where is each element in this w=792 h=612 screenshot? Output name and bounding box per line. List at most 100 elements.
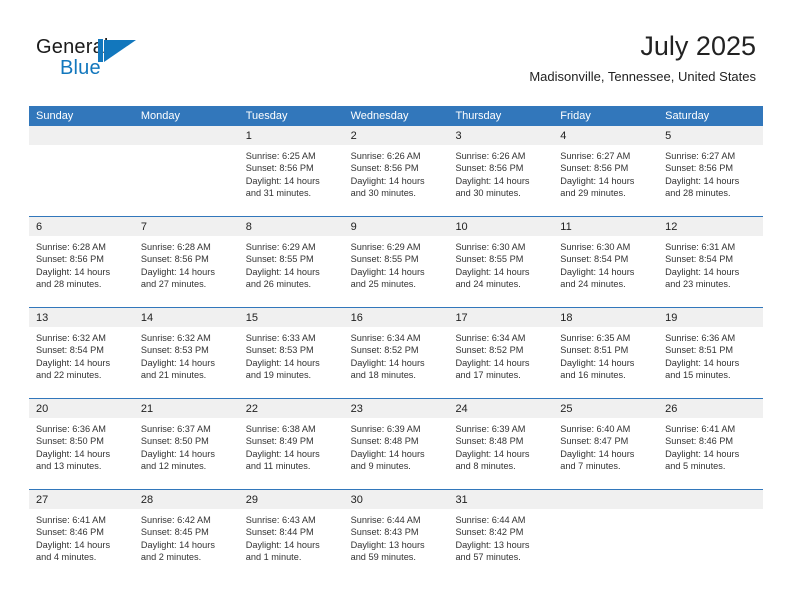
daylight-text-line2: and 17 minutes. (455, 370, 521, 381)
calendar-day-cell[interactable]: 2 Sunrise: 6:26 AM Sunset: 8:56 PM Daylight… (343, 126, 449, 216)
calendar-day-cell[interactable]: 1 Sunrise: 6:25 AM Sunset: 8:56 PM Daylight… (238, 126, 344, 216)
sunset-text: Sunset: 8:54 PM (665, 254, 734, 265)
calendar-day-cell[interactable]: 8 Sunrise: 6:29 AM Sunset: 8:55 PM Daylight… (238, 217, 344, 307)
calendar-day-cell[interactable]: 31 Sunrise: 6:44 AM Sunset: 8:42 PM Dayligh… (448, 490, 554, 580)
daylight-text-line1: Daylight: 14 hours (36, 357, 111, 368)
sunset-text: Sunset: 8:43 PM (350, 527, 419, 538)
sunset-text: Sunset: 8:56 PM (455, 163, 524, 174)
day-details: Sunrise: 6:39 AM Sunset: 8:48 PM Daylight:… (344, 418, 449, 473)
sunset-text: Sunset: 8:50 PM (140, 436, 209, 447)
weekday-header-row: Sunday Monday Tuesday Wednesday Thursday… (29, 106, 763, 126)
sunset-text: Sunset: 8:48 PM (350, 436, 419, 447)
calendar-day-cell[interactable]: 14 Sunrise: 6:32 AM Sunset: 8:53 PM Dayligh… (133, 308, 239, 398)
day-number-band: 30 (343, 490, 449, 509)
daylight-text-line2: and 27 minutes. (140, 279, 207, 290)
daylight-text-line1: Daylight: 14 hours (245, 266, 320, 277)
calendar-day-cell[interactable]: 22 Sunrise: 6:38 AM Sunset: 8:49 PM Dayligh… (238, 399, 344, 489)
calendar-day-cell[interactable]: 6 Sunrise: 6:28 AM Sunset: 8:56 PM Daylight… (29, 217, 134, 307)
calendar-day-cell[interactable]: 15 Sunrise: 6:33 AM Sunset: 8:53 PM Dayligh… (238, 308, 344, 398)
calendar-empty-cell (133, 126, 239, 216)
sunset-text: Sunset: 8:44 PM (245, 527, 314, 538)
day-number-band: 31 (448, 490, 554, 509)
day-details: Sunrise: 6:36 AM Sunset: 8:50 PM Daylight:… (29, 418, 134, 473)
daylight-text-line2: and 28 minutes. (36, 279, 102, 290)
calendar-day-cell[interactable]: 7 Sunrise: 6:28 AM Sunset: 8:56 PM Daylight… (133, 217, 239, 307)
daylight-text-line1: Daylight: 14 hours (665, 266, 740, 277)
calendar-day-cell[interactable]: 17 Sunrise: 6:34 AM Sunset: 8:52 PM Dayligh… (448, 308, 554, 398)
calendar-day-cell[interactable]: 29 Sunrise: 6:43 AM Sunset: 8:44 PM Dayligh… (238, 490, 344, 580)
calendar-day-cell[interactable]: 30 Sunrise: 6:44 AM Sunset: 8:43 PM Dayligh… (343, 490, 449, 580)
calendar-day-cell[interactable]: 24 Sunrise: 6:39 AM Sunset: 8:48 PM Dayligh… (448, 399, 554, 489)
day-number: 16 (350, 312, 363, 324)
day-number-band: 2 (343, 126, 449, 145)
sunset-text: Sunset: 8:53 PM (140, 345, 209, 356)
calendar-day-cell[interactable]: 12 Sunrise: 6:31 AM Sunset: 8:54 PM Dayligh… (658, 217, 764, 307)
day-number-band: 23 (343, 399, 449, 418)
sunset-text: Sunset: 8:56 PM (665, 163, 734, 174)
day-number: 1 (245, 130, 252, 142)
sunset-text: Sunset: 8:54 PM (560, 254, 629, 265)
day-number: 30 (350, 494, 363, 506)
calendar-day-cell[interactable]: 3 Sunrise: 6:26 AM Sunset: 8:56 PM Daylight… (448, 126, 554, 216)
daylight-text-line1: Daylight: 14 hours (560, 266, 635, 277)
calendar-day-cell[interactable]: 21 Sunrise: 6:37 AM Sunset: 8:50 PM Dayligh… (133, 399, 239, 489)
calendar-day-cell[interactable]: 13 Sunrise: 6:32 AM Sunset: 8:54 PM Dayligh… (29, 308, 134, 398)
daylight-text-line2: and 31 minutes. (245, 188, 312, 199)
daylight-text-line1: Daylight: 14 hours (665, 175, 740, 186)
calendar-day-cell[interactable]: 11 Sunrise: 6:30 AM Sunset: 8:54 PM Dayligh… (553, 217, 659, 307)
sunset-text: Sunset: 8:46 PM (665, 436, 734, 447)
weekday-header-thursday: Thursday (455, 110, 502, 122)
calendar-day-cell[interactable]: 5 Sunrise: 6:27 AM Sunset: 8:56 PM Daylight… (658, 126, 764, 216)
calendar-day-cell[interactable]: 10 Sunrise: 6:30 AM Sunset: 8:55 PM Dayligh… (448, 217, 554, 307)
daylight-text-line1: Daylight: 14 hours (36, 266, 111, 277)
day-details: Sunrise: 6:32 AM Sunset: 8:53 PM Daylight:… (134, 327, 239, 382)
sunrise-text: Sunrise: 6:43 AM (245, 515, 316, 525)
calendar-day-cell[interactable]: 20 Sunrise: 6:36 AM Sunset: 8:50 PM Dayligh… (29, 399, 134, 489)
sunrise-text: Sunrise: 6:36 AM (665, 333, 736, 343)
day-details: Sunrise: 6:30 AM Sunset: 8:54 PM Daylight:… (553, 236, 658, 291)
calendar-day-cell[interactable]: 28 Sunrise: 6:42 AM Sunset: 8:45 PM Dayligh… (133, 490, 239, 580)
day-details: Sunrise: 6:44 AM Sunset: 8:43 PM Daylight:… (344, 509, 449, 564)
daylight-text-line2: and 1 minute. (245, 552, 302, 563)
daylight-text-line2: and 2 minutes. (140, 552, 202, 563)
day-number: 18 (560, 312, 573, 324)
day-number-band: 24 (448, 399, 554, 418)
calendar-day-cell[interactable]: 19 Sunrise: 6:36 AM Sunset: 8:51 PM Dayligh… (658, 308, 764, 398)
day-number-band: 4 (553, 126, 659, 145)
day-number: 19 (665, 312, 678, 324)
day-details: Sunrise: 6:29 AM Sunset: 8:55 PM Daylight:… (344, 236, 449, 291)
daylight-text-line2: and 16 minutes. (560, 370, 626, 381)
sunrise-text: Sunrise: 6:32 AM (140, 333, 211, 343)
calendar-day-cell[interactable]: 4 Sunrise: 6:27 AM Sunset: 8:56 PM Daylight… (553, 126, 659, 216)
sunset-text: Sunset: 8:55 PM (245, 254, 314, 265)
sunset-text: Sunset: 8:51 PM (665, 345, 734, 356)
day-number: 2 (350, 130, 357, 142)
day-details: Sunrise: 6:27 AM Sunset: 8:56 PM Daylight:… (553, 145, 658, 200)
daylight-text-line1: Daylight: 14 hours (245, 357, 320, 368)
general-blue-logo[interactable]: General Blue (36, 36, 166, 82)
calendar-day-cell[interactable]: 23 Sunrise: 6:39 AM Sunset: 8:48 PM Dayligh… (343, 399, 449, 489)
calendar-day-cell[interactable]: 18 Sunrise: 6:35 AM Sunset: 8:51 PM Dayligh… (553, 308, 659, 398)
calendar-day-cell[interactable]: 9 Sunrise: 6:29 AM Sunset: 8:55 PM Daylight… (343, 217, 449, 307)
day-number: 14 (140, 312, 154, 324)
day-details: Sunrise: 6:42 AM Sunset: 8:45 PM Daylight:… (134, 509, 239, 564)
day-number: 9 (350, 221, 357, 233)
sunset-text: Sunset: 8:49 PM (245, 436, 314, 447)
daylight-text-line1: Daylight: 14 hours (350, 175, 425, 186)
day-number-band: 22 (238, 399, 344, 418)
day-details: Sunrise: 6:25 AM Sunset: 8:56 PM Daylight:… (239, 145, 344, 200)
day-details: Sunrise: 6:29 AM Sunset: 8:55 PM Daylight:… (239, 236, 344, 291)
day-details: Sunrise: 6:28 AM Sunset: 8:56 PM Daylight:… (29, 236, 134, 291)
day-number: 8 (245, 221, 252, 233)
day-number: 11 (560, 221, 572, 233)
calendar-day-cell[interactable]: 27 Sunrise: 6:41 AM Sunset: 8:46 PM Dayligh… (29, 490, 134, 580)
calendar-day-cell[interactable]: 16 Sunrise: 6:34 AM Sunset: 8:52 PM Dayligh… (343, 308, 449, 398)
day-number-band: 11 (553, 217, 659, 236)
calendar-day-cell[interactable]: 26 Sunrise: 6:41 AM Sunset: 8:46 PM Dayligh… (658, 399, 764, 489)
weekday-header-saturday: Saturday (665, 110, 710, 122)
calendar-day-cell[interactable]: 25 Sunrise: 6:40 AM Sunset: 8:47 PM Dayligh… (553, 399, 659, 489)
calendar-empty-cell (29, 126, 134, 216)
sunset-text: Sunset: 8:46 PM (36, 527, 104, 538)
day-details: Sunrise: 6:43 AM Sunset: 8:44 PM Daylight:… (239, 509, 344, 564)
day-number-band: 27 (29, 490, 134, 509)
